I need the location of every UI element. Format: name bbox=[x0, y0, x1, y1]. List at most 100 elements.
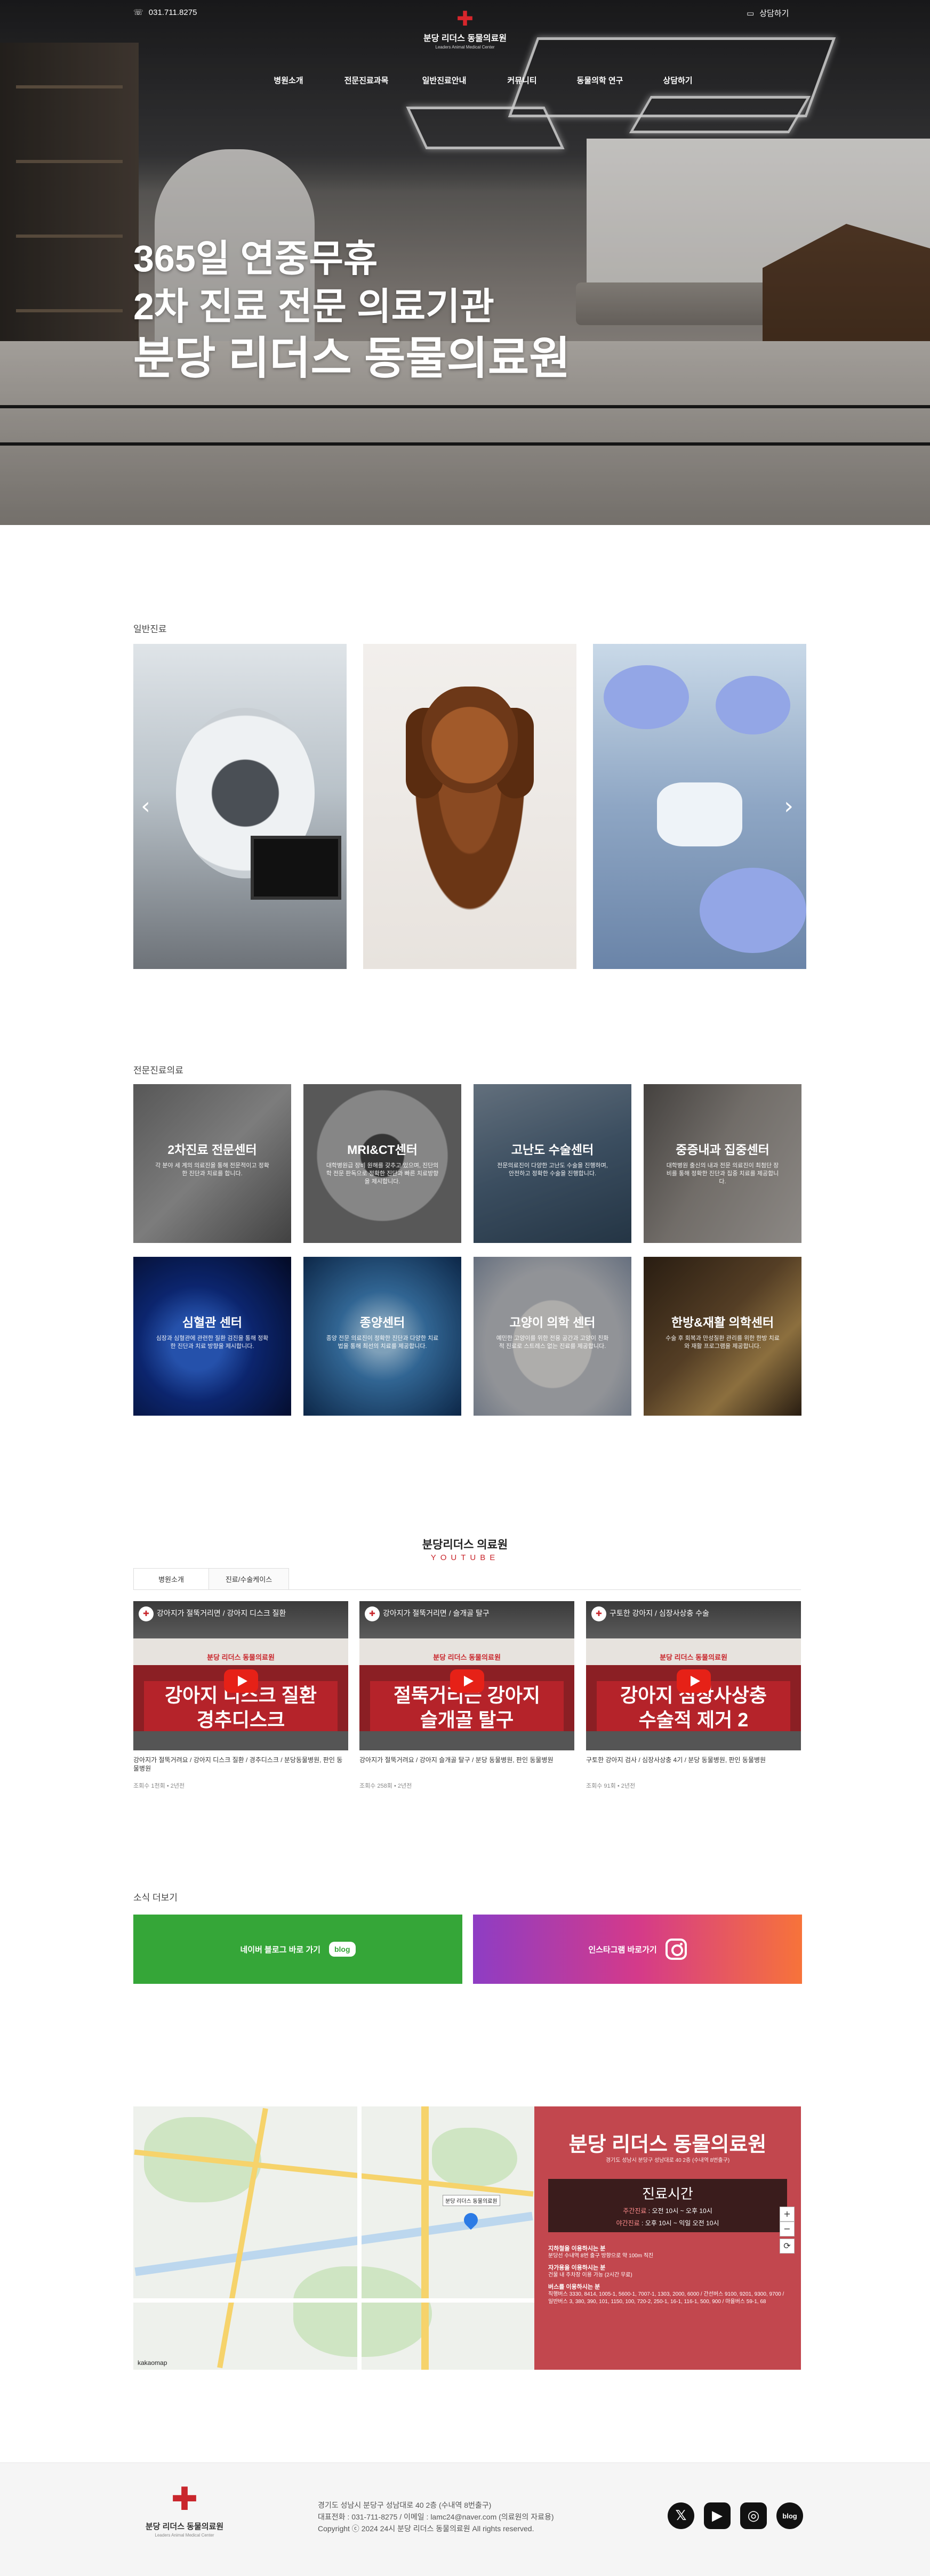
video-caption[interactable]: 강아지가 절뚝거려요 / 강아지 디스크 질환 / 경추디스크 / 분당동물병원… bbox=[133, 1756, 348, 1775]
specialty-card[interactable]: 종양센터 종양 전문 의료진이 정확한 진단과 다양한 치료법을 통해 최선의 … bbox=[303, 1257, 461, 1416]
direction-title: 자가용을 이용하시는 분 bbox=[548, 2265, 606, 2271]
header-consult-label: 상담하기 bbox=[759, 9, 789, 18]
channel-avatar-icon: ✚ bbox=[139, 1606, 154, 1621]
nav-item-specialty[interactable]: 전문진료과목 bbox=[327, 75, 405, 86]
specialty-card[interactable]: 고난도 수술센터 전문의료진이 다양한 고난도 수술을 진행하며, 안전하고 정… bbox=[474, 1084, 631, 1243]
specialty-card-desc: 대학병원급 장비 원해를 갖추고 있으며, 진단의학 전문 판독으로 정확한 진… bbox=[326, 1162, 439, 1185]
map-park-area bbox=[432, 2128, 517, 2186]
monitor-image bbox=[251, 836, 341, 900]
video-top-title: ✚ 강아지가 절뚝거리면 / 강아지 디스크 질환 bbox=[139, 1606, 286, 1621]
specialty-card-title: 고난도 수술센터 bbox=[511, 1143, 594, 1157]
specialty-card[interactable]: 심혈관 센터 심장과 심혈관에 관련한 질환 검진을 통해 정확한 진단과 치료… bbox=[133, 1257, 291, 1416]
blog-footer-icon[interactable]: blog bbox=[776, 2502, 803, 2529]
play-icon[interactable] bbox=[450, 1669, 484, 1693]
hours-box: 진료시간 주간진료 : 오전 10시 ~ 오후 10시 야간진료 : 오후 10… bbox=[548, 2179, 787, 2232]
slider-next-button[interactable]: › bbox=[781, 793, 797, 820]
footer-copyright: Copyright ⓒ 2024 24시 분당 리더스 동물의료원 All ri… bbox=[318, 2524, 534, 2533]
direction-text: 건물 내 주차장 이용 가능 (2시간 무료) bbox=[548, 2272, 632, 2278]
video-thumbnail[interactable]: ✚ 구토한 강아지 / 심장사상충 수술 분당 리더스 동물의료원 강아지 심장사… bbox=[586, 1601, 801, 1750]
hours-weekday-value: 오전 10시 ~ 오후 10시 bbox=[652, 2207, 712, 2215]
tab-cases[interactable]: 진료/수술케이스 bbox=[209, 1568, 289, 1589]
info-hospital-name: 분당 리더스 동물의료원 bbox=[568, 2134, 767, 2156]
footer-sub: Leaders Animal Medical Center bbox=[155, 2533, 214, 2538]
header-phone-number: 031.711.8275 bbox=[148, 7, 197, 17]
video-thumbnail[interactable]: ✚ 강아지가 절뚝거리면 / 슬개골 탈구 분당 리더스 동물의료원 절뚝거리는 … bbox=[359, 1601, 574, 1750]
specialty-card-desc: 전문의료진이 다양한 고난도 수술을 진행하며, 안전하고 정확한 수술을 진행… bbox=[497, 1162, 608, 1177]
map-park-area bbox=[293, 2266, 432, 2357]
direction-text: 직행버스 3330, 8414, 1005-1, 5600-1, 7007-1,… bbox=[548, 2291, 784, 2305]
x-icon[interactable]: 𝕏 bbox=[668, 2502, 694, 2529]
header-consult-link[interactable]: ▭ 상담하기 bbox=[747, 7, 789, 19]
video-card[interactable]: ✚ 강아지가 절뚝거리면 / 슬개골 탈구 분당 리더스 동물의료원 절뚝거리는 … bbox=[359, 1601, 574, 1790]
play-icon[interactable] bbox=[224, 1669, 258, 1693]
main-nav: 병원소개 전문진료과목 일반진료안내 커뮤니티 동물의학 연구 상담하기 bbox=[250, 75, 717, 86]
surgical-glove-image bbox=[604, 665, 689, 729]
footer-cross-icon: ✚ bbox=[171, 2481, 198, 2517]
hours-night-value: 오후 10시 ~ 익일 오전 10시 bbox=[645, 2219, 719, 2227]
hours-title: 진료시간 bbox=[642, 2186, 693, 2202]
specialty-card[interactable]: MRI&CT센터 대학병원급 장비 원해를 갖추고 있으며, 진단의학 전문 판… bbox=[303, 1084, 461, 1243]
instagram-button[interactable]: 인스타그램 바로가기 bbox=[473, 1915, 802, 1984]
site-logo[interactable]: ✚ 분당 리더스 동물의료원 Leaders Animal Medical Ce… bbox=[422, 9, 508, 50]
video-caption[interactable]: 강아지가 절뚝거려요 / 강아지 슬개골 탈구 / 분당 동물병원, 판인 동물… bbox=[359, 1756, 574, 1775]
kakao-map[interactable]: 분당 리더스 동물의료원 kakaomap bbox=[133, 2106, 534, 2370]
video-band-text: 분당 리더스 동물의료원 bbox=[660, 1653, 727, 1661]
map-zoom-out-button[interactable]: − bbox=[780, 2222, 795, 2236]
kakao-map-logo: kakaomap bbox=[138, 2359, 167, 2367]
video-caption[interactable]: 구토한 강아지 검사 / 심장사상충 4기 / 분당 동물병원, 판인 동물병원 bbox=[586, 1756, 801, 1775]
play-icon[interactable] bbox=[677, 1669, 711, 1693]
youtube-section-subtitle: YOUTUBE bbox=[430, 1553, 500, 1562]
video-thumbnail[interactable]: ✚ 강아지가 절뚝거리면 / 강아지 디스크 질환 분당 리더스 동물의료원 강아… bbox=[133, 1601, 348, 1750]
instagram-footer-icon[interactable]: ◎ bbox=[740, 2502, 767, 2529]
map-pin-label: 분당 리더스 동물의료원 bbox=[443, 2195, 500, 2206]
nav-item-about[interactable]: 병원소개 bbox=[250, 75, 327, 86]
general-slide-mri[interactable] bbox=[133, 644, 347, 969]
map-zoom-in-button[interactable]: + bbox=[780, 2207, 795, 2222]
hours-weekday: 주간진료 : 오전 10시 ~ 오후 10시 bbox=[623, 2207, 712, 2215]
specialty-card[interactable]: 한방&재활 의학센터 수술 후 회복과 만성질환 관리를 위한 한방 치료와 재… bbox=[644, 1257, 801, 1416]
nav-item-community[interactable]: 커뮤니티 bbox=[483, 75, 561, 86]
info-address: 경기도 성남시 분당구 성남대로 40 2층 (수내역 8번출구) bbox=[605, 2158, 730, 2163]
specialty-card-desc: 종양 전문 의료진이 정확한 진단과 다양한 치료법을 통해 최선의 치료를 제… bbox=[326, 1335, 439, 1350]
video-meta: 조회수 91회 • 2년전 bbox=[586, 1783, 636, 1789]
nav-item-general[interactable]: 일반진료안내 bbox=[405, 75, 483, 86]
surgical-cloth-image bbox=[657, 782, 742, 846]
surgical-glove-image bbox=[716, 676, 790, 734]
chat-icon: ▭ bbox=[747, 8, 755, 18]
hero-line-2: 2차 진료 전문 의료기관 bbox=[133, 286, 494, 327]
specialty-card-title: 중증내과 집중센터 bbox=[676, 1143, 769, 1157]
video-card[interactable]: ✚ 강아지가 절뚝거리면 / 강아지 디스크 질환 분당 리더스 동물의료원 강아… bbox=[133, 1601, 348, 1790]
naver-blog-label: 네이버 블로그 바로 가기 bbox=[240, 1945, 320, 1955]
news-section-title: 소식 더보기 bbox=[133, 1893, 178, 1903]
location-info-panel: 분당 리더스 동물의료원 경기도 성남시 분당구 성남대로 40 2층 (수내역… bbox=[534, 2106, 801, 2370]
phone-icon: ☏ bbox=[133, 7, 143, 17]
youtube-tabs: 병원소개 진료/수술케이스 bbox=[133, 1568, 289, 1589]
tab-about[interactable]: 병원소개 bbox=[133, 1568, 209, 1589]
hours-night-label: 야간진료 bbox=[616, 2219, 640, 2227]
logo-name: 분당 리더스 동물의료원 bbox=[423, 34, 507, 43]
directions-list: 지하철을 이용하시는 분 분당선 수내역 8번 출구 방향으로 약 100m 직… bbox=[548, 2241, 787, 2306]
site-footer: ✚ 분당 리더스 동물의료원 Leaders Animal Medical Ce… bbox=[0, 2462, 930, 2576]
video-top-title: ✚ 구토한 강아지 / 심장사상충 수술 bbox=[591, 1606, 709, 1621]
specialty-card[interactable]: 2차진료 전문센터 각 분야 세 계의 의료진을 통해 전문적이고 정확한 진단… bbox=[133, 1084, 291, 1243]
footer-logo[interactable]: ✚ 분당 리더스 동물의료원 Leaders Animal Medical Ce… bbox=[137, 2482, 232, 2538]
specialty-card-title: 2차진료 전문센터 bbox=[167, 1143, 257, 1157]
surgical-glove-image bbox=[700, 868, 806, 953]
nav-item-consult[interactable]: 상담하기 bbox=[639, 75, 717, 86]
specialty-card[interactable]: 고양이 의학 센터 예민한 고양이를 위한 전용 공간과 고양이 친화적 진료로… bbox=[474, 1257, 631, 1416]
specialty-card[interactable]: 중증내과 집중센터 대학병원 출신의 내과 전문 의료진이 최첨단 장비를 통해… bbox=[644, 1084, 801, 1243]
video-top-title: ✚ 강아지가 절뚝거리면 / 슬개골 탈구 bbox=[365, 1606, 490, 1621]
header-phone[interactable]: ☏ 031.711.8275 bbox=[133, 7, 197, 17]
general-slide-dog[interactable] bbox=[363, 644, 576, 969]
specialty-section-title: 전문진료의료 bbox=[133, 1065, 183, 1076]
map-reload-button[interactable]: ⟳ bbox=[780, 2239, 795, 2254]
video-meta: 조회수 1천회 • 2년전 bbox=[133, 1783, 185, 1789]
video-band-text: 분당 리더스 동물의료원 bbox=[207, 1653, 275, 1661]
slider-prev-button[interactable]: ‹ bbox=[138, 793, 154, 820]
video-card[interactable]: ✚ 구토한 강아지 / 심장사상충 수술 분당 리더스 동물의료원 강아지 심장사… bbox=[586, 1601, 801, 1790]
youtube-section-title: 분당리더스 의료원 bbox=[422, 1539, 508, 1551]
naver-blog-button[interactable]: 네이버 블로그 바로 가기 blog bbox=[133, 1915, 462, 1984]
general-slide-surgery[interactable] bbox=[593, 644, 806, 969]
youtube-icon[interactable]: ▶ bbox=[704, 2502, 731, 2529]
nav-item-research[interactable]: 동물의학 연구 bbox=[561, 75, 639, 86]
